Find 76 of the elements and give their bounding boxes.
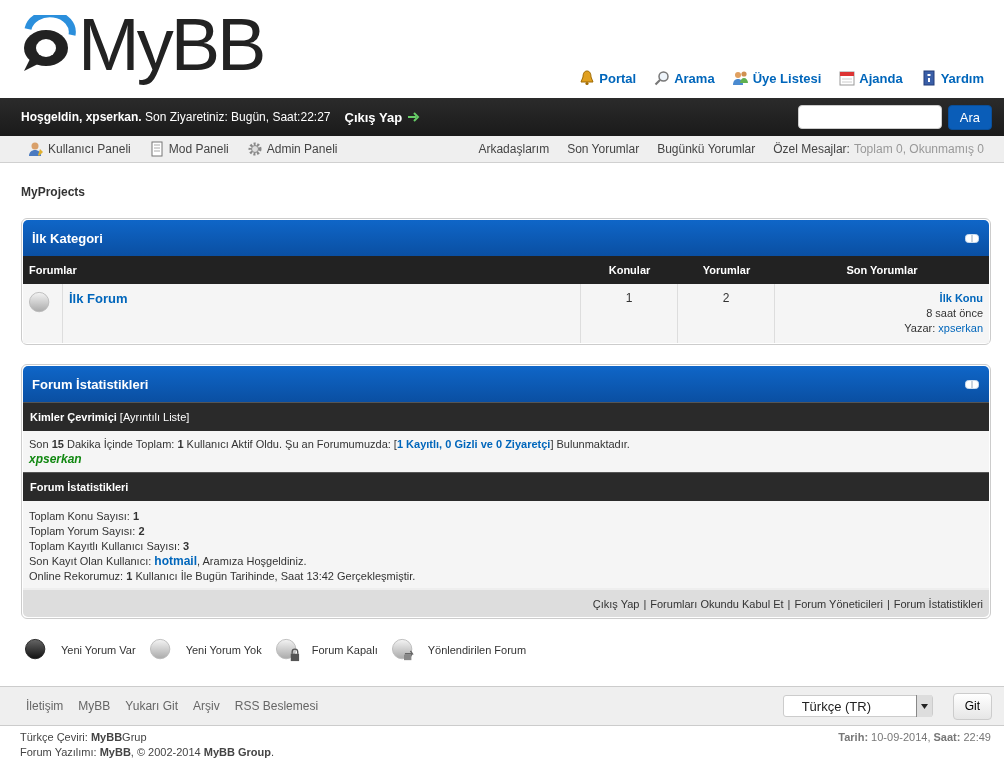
separator-text: | — [787, 597, 791, 610]
column-header: Son Yorumlar — [845, 264, 919, 276]
go-button[interactable]: Git — [952, 692, 992, 720]
nav-link[interactable]: Arama — [654, 70, 715, 86]
post-count: 2 — [722, 291, 730, 305]
user-link[interactable]: Son Yorumlar — [567, 142, 640, 156]
nav-link[interactable]: Yardım — [920, 70, 984, 86]
ball-with-arrow-icon — [391, 638, 416, 662]
nav-link[interactable]: Ajanda — [839, 70, 903, 86]
section-header: Forum İstatistikleri — [30, 481, 129, 493]
online-user-link[interactable]: xpserkan — [29, 452, 82, 467]
user-link[interactable]: Bugünkü Yorumlar — [657, 142, 756, 156]
panel-link[interactable]: Admin Paneli — [246, 141, 338, 157]
column-header: Yorumlar — [701, 264, 752, 276]
category-title[interactable]: İlk Kategori — [32, 230, 103, 246]
people-icon — [732, 70, 749, 86]
user-link[interactable]: Arkadaşlarım — [478, 142, 550, 156]
date-text: Tarih: 10-09-2014, Saat: 22:49 — [838, 730, 991, 745]
search-field[interactable] — [797, 105, 942, 129]
gear-icon — [246, 141, 263, 157]
search-button[interactable]: Ara — [947, 104, 992, 130]
nav-link[interactable]: Üye Listesi — [732, 70, 822, 86]
text-line: Online Rekorumuz: 1 Kullanıcı İle Bugün Tarihinde, Saat 13:42 Gerçekleşmiştir. — [29, 569, 416, 584]
private-messages-link[interactable]: Özel Mesajlar: — [773, 142, 850, 156]
language-select[interactable]: Türkçe (TR) — [782, 695, 933, 717]
collapse-icon[interactable] — [965, 379, 979, 389]
column-header: Konular — [607, 264, 652, 276]
separator-text: | — [643, 597, 647, 610]
breadcrumb: MyProjects — [21, 185, 86, 199]
panel-link[interactable]: Kullanıcı Paneli — [28, 141, 131, 157]
author-link[interactable]: xpserkan — [938, 322, 983, 334]
calendar-icon — [839, 70, 856, 86]
text-line: Toplam Kayıtlı Kullanıcı Sayısı: 3 — [29, 539, 190, 554]
ball-with-padlock-icon — [275, 638, 300, 662]
arrow-icon — [408, 112, 421, 122]
footer-link[interactable]: Yukarı Git — [125, 699, 179, 713]
legend-label: Yönlendirilen Forum — [427, 644, 527, 656]
help-book-icon — [920, 70, 937, 86]
legend-label: Forum Kapalı — [311, 644, 378, 656]
detailed-list-link[interactable]: [Ayrıntılı Liste] — [119, 411, 190, 423]
text-line: Son Kayıt Olan Kullanıcı: hotmail, Aramıza Hoşgeldiniz. — [29, 554, 307, 569]
caret-icon — [920, 703, 928, 709]
footer-link[interactable]: Forum İstatistikleri — [893, 597, 983, 610]
nav-link[interactable]: Portal — [579, 70, 637, 86]
credit-text: Forum Yazılımı: MyBB, © 2002-2014 MyBB Group. — [20, 745, 275, 760]
panel-link[interactable]: Mod Paneli — [148, 141, 229, 157]
column-header: Forumlar — [28, 264, 78, 276]
section-header: Kimler Çevrimiçi — [30, 411, 117, 423]
collapse-icon[interactable] — [965, 233, 979, 243]
welcome-text: Hoşgeldin, xpserkan. Son Ziyaretiniz: Bugün, Saat:22:27 — [21, 110, 331, 124]
user-icon — [28, 141, 44, 157]
footer-link[interactable]: Arşiv — [193, 699, 220, 713]
bell-icon — [579, 70, 596, 86]
credit-text: Türkçe Çeviri: MyBBGrup — [20, 730, 147, 745]
text-line: Toplam Yorum Sayısı: 2 — [29, 524, 145, 539]
logout-link[interactable]: Çıkış Yap — [344, 109, 421, 125]
separator-text: | — [886, 597, 890, 610]
footer-link[interactable]: RSS Beslemesi — [234, 699, 319, 713]
legend-label: Yeni Yorum Yok — [185, 644, 262, 656]
author-label: Yazar: — [904, 322, 936, 334]
message-count: Toplam 0, Okunmamış 0 — [853, 142, 984, 156]
panel-title: Forum İstatistikleri — [32, 376, 149, 392]
footer-link[interactable]: İletişim — [26, 699, 64, 713]
legend-label: Yeni Yorum Var — [61, 644, 136, 656]
text-line: Toplam Konu Sayısı: 1 — [29, 509, 140, 524]
footer-link[interactable]: Çıkış Yap — [592, 597, 640, 610]
search-icon — [654, 70, 671, 86]
footer-link[interactable]: MyBB — [78, 699, 111, 713]
thread-count: 1 — [625, 291, 633, 305]
text-line: Son 15 Dakika İçinde Toplam: 1 Kullanıcı Aktif Oldu. Şu an Forumumuzda: [1 Kayıtlı, 0 Gizli ve 0 Ziyaretçi] Bulunmaktadır. — [29, 438, 630, 450]
notepad-icon — [148, 141, 165, 157]
footer-link[interactable]: Forum Yöneticileri — [794, 597, 883, 610]
forum-link[interactable]: İlk Forum — [69, 291, 128, 306]
post-time: 8 saat önce — [926, 307, 983, 319]
footer-link[interactable]: Forumları Okundu Kabul Et — [650, 597, 784, 610]
last-post-link[interactable]: İlk Konu — [939, 292, 983, 304]
